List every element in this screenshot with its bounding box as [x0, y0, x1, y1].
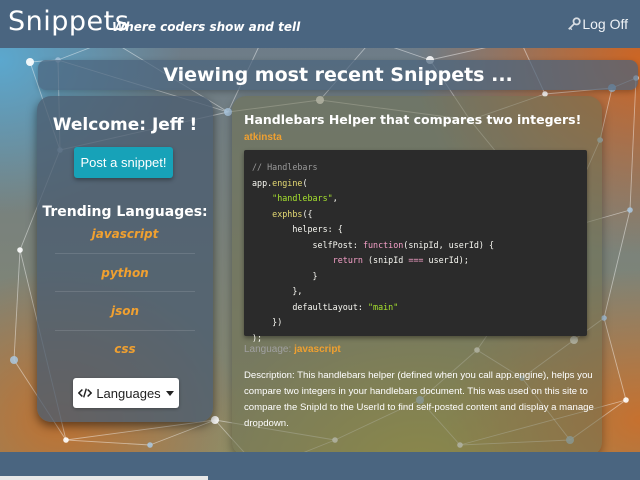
code-line: }, — [252, 286, 303, 296]
language-value-link[interactable]: javascript — [294, 344, 341, 355]
divider — [55, 291, 195, 292]
trending-language-link[interactable]: json — [37, 304, 213, 318]
languages-button-label: Languages — [96, 385, 161, 401]
top-navbar: Snippets Where coders show and tell Log … — [0, 0, 640, 48]
code-line: // Handlebars — [252, 162, 318, 172]
divider — [55, 253, 195, 254]
snippet-language: Language: javascript — [244, 344, 341, 355]
trending-language-link[interactable]: python — [37, 266, 213, 280]
code-line: } — [252, 270, 318, 281]
page-title: Viewing most recent Snippets ... — [163, 64, 513, 86]
brand-tagline: Where coders show and tell — [112, 20, 301, 34]
code-line: selfPost: function(snipId, userId) { — [252, 239, 495, 250]
code-line: "handlebars", — [272, 193, 338, 203]
post-snippet-button[interactable]: Post a snippet! — [74, 147, 173, 178]
snippet-author-link[interactable]: atkinsta — [244, 132, 282, 143]
code-line: }) — [252, 317, 283, 327]
trending-language-link[interactable]: javascript — [37, 227, 213, 241]
snippet-description: Description: This handlebars helper (def… — [244, 370, 594, 429]
trending-language-link[interactable]: css — [37, 342, 213, 356]
code-line: app.engine( — [252, 177, 308, 188]
code-line: defaultLayout: "main" — [252, 301, 399, 312]
caret-down-icon — [165, 390, 174, 396]
footer-bar — [0, 452, 640, 480]
code-line: exphbs({ — [272, 208, 313, 219]
welcome-text: Welcome: Jeff ! — [52, 115, 198, 135]
language-label: Language: — [244, 344, 292, 355]
code-icon — [78, 388, 93, 398]
snippet-title: Handlebars Helper that compares two inte… — [244, 112, 582, 127]
page-title-bar: Viewing most recent Snippets ... — [38, 60, 638, 90]
key-icon — [568, 17, 581, 31]
code-line: helpers: { — [252, 224, 343, 234]
logoff-label: Log Off — [582, 16, 628, 32]
snippet-card: Handlebars Helper that compares two inte… — [232, 96, 602, 456]
trending-languages-heading: Trending Languages: — [42, 204, 208, 220]
languages-dropdown-button[interactable]: Languages — [73, 378, 179, 408]
logoff-link[interactable]: Log Off — [567, 16, 628, 32]
code-block: // Handlebars app.engine( "handlebars", … — [244, 150, 587, 343]
footer-strip — [0, 476, 208, 480]
divider — [55, 330, 195, 331]
sidebar: Welcome: Jeff ! Post a snippet! Trending… — [37, 96, 213, 422]
code-line: return (snipId === userId); — [332, 255, 469, 265]
